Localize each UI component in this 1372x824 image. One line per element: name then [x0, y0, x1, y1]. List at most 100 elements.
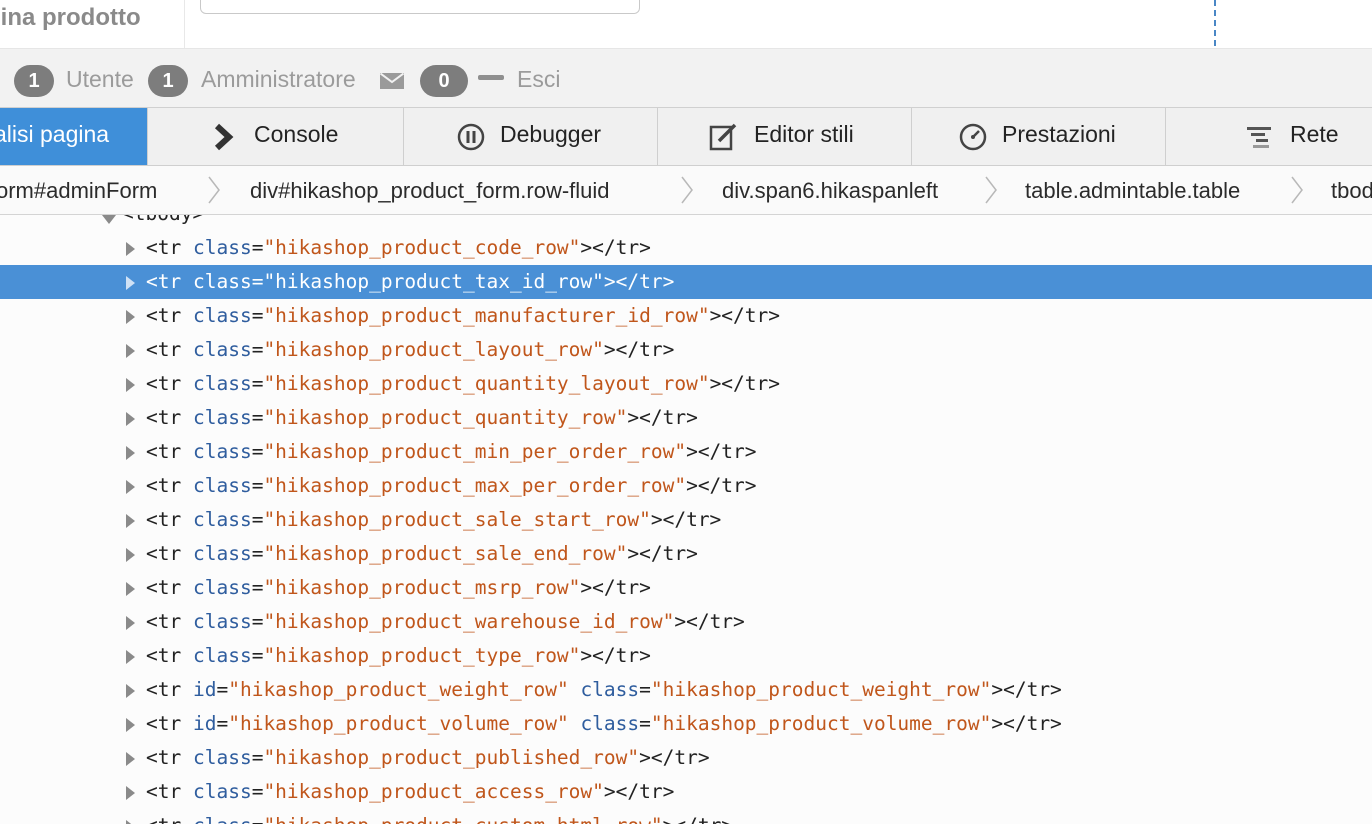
expand-arrow-icon[interactable] — [126, 310, 135, 324]
expand-arrow-icon[interactable] — [126, 650, 135, 664]
attr-name: class — [192, 576, 252, 599]
breadcrumb-item[interactable]: div#hikashop_product_form.row-fluid — [250, 178, 610, 204]
tree-node[interactable]: <tr class="hikashop_product_type_row"></… — [0, 639, 1372, 673]
expand-arrow-icon[interactable] — [126, 480, 135, 494]
tab-label: alisi pagina — [0, 121, 110, 147]
tree-node[interactable]: <tr class="hikashop_product_sale_start_r… — [0, 503, 1372, 537]
tree-node[interactable]: <tr class="hikashop_product_manufacturer… — [0, 299, 1372, 333]
tag-name: <tr — [146, 542, 182, 565]
messages-count-badge[interactable]: 0 — [420, 65, 468, 97]
expand-arrow-icon[interactable] — [126, 684, 135, 698]
tag-close: ></tr> — [580, 576, 651, 599]
pencil-edit-icon — [709, 123, 737, 151]
tag-close: ></tr> — [639, 746, 710, 769]
tree-node[interactable]: <tr class="hikashop_product_max_per_orde… — [0, 469, 1372, 503]
parent-node[interactable]: <tbody> — [122, 215, 204, 229]
tab-debugger[interactable]: Debugger — [404, 108, 658, 165]
gauge-icon — [959, 123, 987, 151]
expand-arrow-icon[interactable] — [126, 412, 135, 426]
tag-name: <tr — [146, 814, 181, 824]
attr-value: "hikashop_product_layout_row" — [263, 338, 604, 361]
expand-arrow-icon[interactable] — [126, 514, 135, 528]
node-markup: <tr class="hikashop_product_warehouse_id… — [146, 605, 745, 639]
tree-node[interactable]: <tr class="hikashop_product_custom_html_… — [0, 809, 1372, 824]
tag-name: <tr — [146, 304, 182, 327]
admins-count-badge: 1 — [148, 65, 188, 97]
tree-node[interactable]: <tr class="hikashop_product_layout_row">… — [0, 333, 1372, 367]
tag-close: ></tr> — [991, 712, 1062, 735]
expand-toggle-icon[interactable] — [102, 215, 116, 224]
node-markup: <tr id="hikashop_product_weight_row" cla… — [146, 673, 1062, 707]
expand-arrow-icon[interactable] — [126, 378, 135, 392]
users-link[interactable]: Utente — [66, 66, 134, 93]
equals: = — [639, 712, 651, 735]
attr-value: "hikashop_product_warehouse_id_row" — [263, 610, 675, 633]
tree-node[interactable]: <tr class="hikashop_product_warehouse_id… — [0, 605, 1372, 639]
page-input-field[interactable] — [200, 0, 640, 14]
tree-node[interactable]: <tr class="hikashop_product_published_ro… — [0, 741, 1372, 775]
attr-value: "hikashop_product_weight_row" — [228, 678, 569, 701]
tree-node[interactable]: <tr class="hikashop_product_quantity_row… — [0, 401, 1372, 435]
expand-arrow-icon[interactable] — [126, 752, 135, 766]
tab-performance[interactable]: Prestazioni — [912, 108, 1166, 165]
tag-close: ></tr> — [686, 440, 757, 463]
tree-node[interactable]: <tr id="hikashop_product_volume_row" cla… — [0, 707, 1372, 741]
tag-close: ></tr> — [603, 338, 675, 361]
attr-name: class — [192, 304, 252, 327]
tree-node[interactable]: <tr class="hikashop_product_quantity_lay… — [0, 367, 1372, 401]
attr-name: class — [192, 236, 252, 259]
breadcrumb-item[interactable]: table.admintable.table — [1025, 178, 1240, 204]
tree-node[interactable]: <tr class="hikashop_product_min_per_orde… — [0, 435, 1372, 469]
logout-icon[interactable] — [478, 75, 504, 80]
expand-arrow-icon[interactable] — [126, 718, 135, 732]
tag-close: ></tr> — [603, 270, 675, 293]
tree-node[interactable]: <tr class="hikashop_product_access_row">… — [0, 775, 1372, 809]
node-markup: <tr class="hikashop_product_quantity_lay… — [146, 367, 780, 401]
node-markup: <tr class="hikashop_product_max_per_orde… — [146, 469, 757, 503]
equals: = — [251, 406, 264, 429]
attr-value: "hikashop_product_published_row" — [263, 746, 640, 769]
expand-arrow-icon[interactable] — [126, 242, 135, 256]
expand-arrow-icon[interactable] — [126, 820, 135, 824]
tab-style-editor[interactable]: Editor stili — [658, 108, 912, 165]
equals: = — [251, 270, 264, 293]
expand-arrow-icon[interactable] — [126, 446, 135, 460]
breadcrumb-item[interactable]: tbod — [1331, 178, 1372, 204]
chevron-right-icon — [681, 176, 693, 204]
expand-arrow-icon[interactable] — [126, 344, 135, 358]
admins-link[interactable]: Amministratore — [201, 66, 356, 93]
tab-console[interactable]: Console — [148, 108, 404, 165]
attr-value: "hikashop_product_code_row" — [263, 236, 581, 259]
envelope-icon[interactable] — [380, 73, 404, 89]
expand-arrow-icon[interactable] — [126, 616, 135, 630]
tree-node[interactable]: <tr class="hikashop_product_sale_end_row… — [0, 537, 1372, 571]
tree-node[interactable]: <tr class="hikashop_product_msrp_row"></… — [0, 571, 1372, 605]
expand-arrow-icon[interactable] — [126, 548, 135, 562]
tag-close: ></tr> — [709, 304, 781, 327]
tree-node-selected[interactable]: <tr class="hikashop_product_tax_id_row">… — [0, 265, 1372, 299]
node-markup: <tr class="hikashop_product_tax_id_row">… — [146, 265, 674, 299]
tree-node[interactable]: <tr id="hikashop_product_weight_row" cla… — [0, 673, 1372, 707]
expand-arrow-icon[interactable] — [126, 276, 135, 290]
tab-inspector[interactable]: alisi pagina — [0, 108, 148, 165]
tab-network[interactable]: Rete — [1166, 108, 1372, 165]
attr-name: class — [192, 372, 252, 395]
tag-close: ></tr> — [580, 236, 651, 259]
breadcrumb-item[interactable]: orm#adminForm — [0, 178, 157, 204]
logout-link[interactable]: Esci — [517, 66, 560, 93]
console-icon — [214, 123, 234, 151]
expand-arrow-icon[interactable] — [126, 786, 135, 800]
attr-value: "hikashop_product_custom_html_row" — [263, 814, 662, 824]
tree-node[interactable]: <tr class="hikashop_product_code_row"></… — [0, 231, 1372, 265]
expand-arrow-icon[interactable] — [126, 582, 135, 596]
attr-value: "hikashop_product_volume_row" — [650, 712, 992, 735]
attr-name: class — [192, 270, 252, 293]
markup-tree: <tbody> <tr class="hikashop_product_code… — [0, 215, 1372, 824]
breadcrumb-item[interactable]: div.span6.hikaspanleft — [722, 178, 938, 204]
